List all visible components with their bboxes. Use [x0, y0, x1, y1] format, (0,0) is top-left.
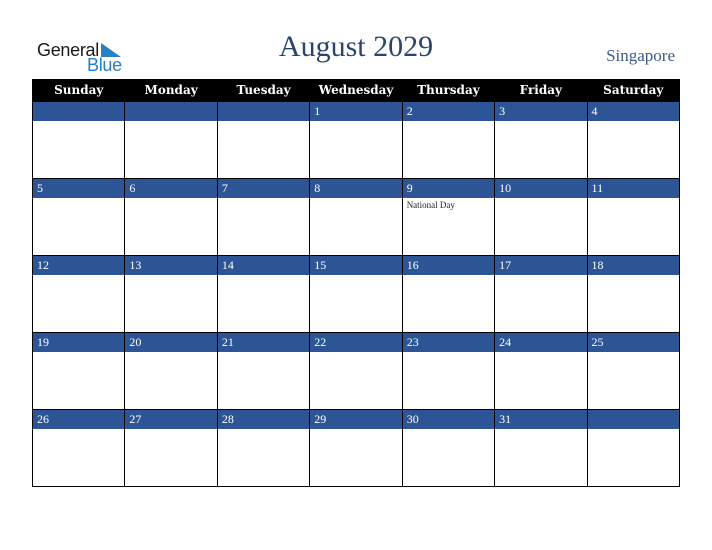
holiday-label: National Day: [406, 200, 455, 210]
day-cell[interactable]: 23: [401, 332, 496, 410]
day-cell[interactable]: 17: [494, 255, 588, 333]
day-cell[interactable]: 7: [216, 178, 311, 256]
day-number: 14: [217, 256, 310, 275]
weekday-header-row: Sunday Monday Tuesday Wednesday Thursday Frid…: [31, 79, 681, 102]
day-cell[interactable]: [216, 101, 311, 179]
day-number: 22: [310, 333, 402, 352]
day-number: 10: [495, 179, 587, 198]
day-cell[interactable]: 4: [586, 101, 681, 179]
day-cell[interactable]: 31: [494, 409, 588, 487]
day-number: 1: [310, 102, 402, 121]
weekday-header-sunday: Sunday: [31, 79, 126, 102]
calendar-grid: Sunday Monday Tuesday Wednesday Thursday Frid…: [31, 79, 681, 487]
day-cell[interactable]: [586, 409, 681, 487]
day-number: 26: [33, 410, 125, 429]
day-cell[interactable]: 6: [124, 178, 218, 256]
day-number: 25: [587, 333, 679, 352]
day-cell[interactable]: 5: [31, 178, 126, 256]
weekday-header-saturday: Saturday: [586, 79, 681, 102]
week-row: 19 20 21 22 23 24 25: [31, 332, 681, 410]
day-number: 29: [310, 410, 402, 429]
day-number: 20: [125, 333, 217, 352]
day-number: 11: [587, 179, 679, 198]
day-number: 8: [310, 179, 402, 198]
weekday-header-tuesday: Tuesday: [216, 79, 311, 102]
day-number: 13: [125, 256, 217, 275]
week-row: 26 27 28 29 30 31: [31, 409, 681, 487]
day-number: 6: [125, 179, 217, 198]
day-cell[interactable]: 22: [309, 332, 403, 410]
day-cell[interactable]: 3: [494, 101, 588, 179]
country-label: Singapore: [606, 46, 675, 65]
day-cell[interactable]: 26: [31, 409, 126, 487]
day-number: 18: [587, 256, 679, 275]
day-number: [33, 102, 125, 121]
week-row: 12 13 14 15 16 17 18: [31, 255, 681, 333]
day-cell[interactable]: 11: [586, 178, 681, 256]
weekday-header-wednesday: Wednesday: [309, 79, 403, 102]
day-number: 12: [33, 256, 125, 275]
day-number: 30: [402, 410, 495, 429]
day-number: 16: [402, 256, 495, 275]
day-number: 4: [587, 102, 679, 121]
day-cell[interactable]: 20: [124, 332, 218, 410]
day-cell[interactable]: 19: [31, 332, 126, 410]
day-number: 9: [402, 179, 495, 198]
weekday-header-monday: Monday: [124, 79, 218, 102]
week-row: 1234: [31, 101, 681, 179]
day-cell[interactable]: 24: [494, 332, 588, 410]
day-cell[interactable]: 18: [586, 255, 681, 333]
day-number: 15: [310, 256, 402, 275]
day-cell[interactable]: 29: [309, 409, 403, 487]
day-cell[interactable]: 16: [401, 255, 496, 333]
day-cell[interactable]: 28: [216, 409, 311, 487]
day-number: [125, 102, 217, 121]
day-cell[interactable]: 9 National Day: [401, 178, 496, 256]
day-number: [587, 410, 679, 429]
day-number: 5: [33, 179, 125, 198]
day-number: 23: [402, 333, 495, 352]
day-cell[interactable]: 10: [494, 178, 588, 256]
day-cell[interactable]: 21: [216, 332, 311, 410]
day-cell[interactable]: 30: [401, 409, 496, 487]
day-cell[interactable]: 25: [586, 332, 681, 410]
day-number: 21: [217, 333, 310, 352]
day-cell[interactable]: 15: [309, 255, 403, 333]
day-number: 19: [33, 333, 125, 352]
day-number: 7: [217, 179, 310, 198]
day-cell[interactable]: [124, 101, 218, 179]
day-number: 24: [495, 333, 587, 352]
day-number: 3: [495, 102, 587, 121]
day-number: 31: [495, 410, 587, 429]
weekday-header-thursday: Thursday: [401, 79, 496, 102]
weekday-header-friday: Friday: [494, 79, 588, 102]
day-number: 27: [125, 410, 217, 429]
week-row: 5 6 7 8 9 National Day 10 11: [31, 178, 681, 256]
day-number: 28: [217, 410, 310, 429]
day-number: 2: [402, 102, 495, 121]
day-cell[interactable]: [31, 101, 126, 179]
day-cell[interactable]: 8: [309, 178, 403, 256]
day-cell[interactable]: 13: [124, 255, 218, 333]
day-cell[interactable]: 12: [31, 255, 126, 333]
day-cell[interactable]: 1: [309, 101, 403, 179]
day-cell[interactable]: 27: [124, 409, 218, 487]
day-cell[interactable]: 2: [401, 101, 496, 179]
day-cell[interactable]: 14: [216, 255, 311, 333]
day-number: [217, 102, 310, 121]
day-number: 17: [495, 256, 587, 275]
